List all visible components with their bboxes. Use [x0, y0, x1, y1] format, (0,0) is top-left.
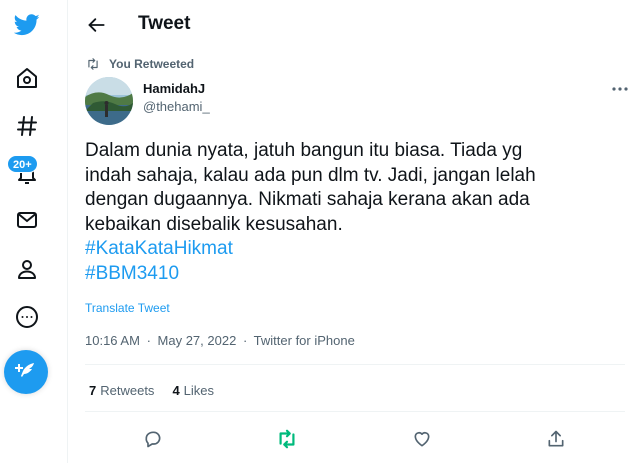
more-dots-icon: [612, 87, 628, 91]
header: Tweet: [68, 0, 640, 50]
home-icon[interactable]: [5, 56, 49, 100]
translate-tweet-link[interactable]: Translate Tweet: [85, 301, 170, 315]
likes-label: Likes: [183, 383, 215, 398]
divider: [85, 411, 625, 412]
compose-icon: [15, 363, 34, 377]
meta-separator: ·: [146, 333, 151, 348]
left-nav: 20+: [0, 0, 54, 463]
tweet-column: Tweet You Retweeted HamidahJ @thehami_ D…: [67, 0, 640, 463]
tweet-stats: 7 Retweets 4 Likes: [89, 383, 214, 398]
likes-stat[interactable]: 4 Likes: [172, 383, 214, 398]
hashtag-link[interactable]: #BBM3410: [85, 262, 625, 287]
tweet-time[interactable]: 10:16 AM: [85, 333, 140, 348]
notification-badge: 20+: [7, 155, 38, 173]
back-button[interactable]: [84, 12, 110, 38]
twitter-logo-icon[interactable]: [5, 3, 49, 47]
retweet-context: You Retweeted: [86, 57, 194, 71]
reply-button[interactable]: [135, 421, 171, 457]
meta-separator: ·: [242, 333, 248, 348]
author-handle[interactable]: @thehami_: [143, 99, 210, 114]
author-name[interactable]: HamidahJ: [143, 81, 205, 96]
arrow-left-icon: [88, 18, 105, 32]
tweet-line: dengan dugaannya. Nikmati sahaja kerana …: [85, 189, 530, 210]
profile-icon[interactable]: [5, 247, 49, 291]
retweet-button[interactable]: [269, 421, 305, 457]
tweet-text: Dalam dunia nyata, jatuh bangun itu bias…: [85, 139, 625, 286]
compose-button[interactable]: [4, 350, 48, 394]
tweet-line: indah sahaja, kalau ada pun dlm tv. Jadi…: [85, 164, 536, 186]
hashtag-link[interactable]: #KataKataHikmat: [85, 237, 625, 262]
share-button[interactable]: [538, 421, 574, 457]
tweet-meta: 10:16 AM · May 27, 2022 · Twitter for iP…: [85, 333, 358, 348]
tweet-line: Dalam dunia nyata, jatuh bangun itu bias…: [85, 140, 523, 161]
page-title: Tweet: [138, 13, 191, 34]
likes-count: 4: [172, 383, 180, 398]
reply-icon: [145, 431, 161, 448]
heart-icon: [414, 431, 430, 447]
mail-icon[interactable]: [5, 198, 49, 242]
avatar[interactable]: [85, 77, 133, 125]
retweet-label: You Retweeted: [109, 57, 195, 71]
retweet-icon: [279, 429, 295, 449]
retweet-icon: [88, 58, 98, 70]
retweets-label: Retweets: [100, 383, 155, 398]
share-icon: [548, 430, 564, 447]
tweet-source[interactable]: Twitter for iPhone: [254, 333, 355, 348]
retweets-count: 7: [89, 383, 97, 398]
like-button[interactable]: [404, 421, 440, 457]
retweets-stat[interactable]: 7 Retweets: [89, 383, 154, 398]
divider: [85, 364, 625, 365]
more-options-button[interactable]: [608, 79, 632, 99]
more-circle-icon[interactable]: [5, 295, 49, 339]
tweet-date[interactable]: May 27, 2022: [158, 333, 237, 348]
explore-hash-icon[interactable]: [5, 104, 49, 148]
tweet-actions: [68, 421, 640, 457]
tweet-line: kebaikan disebalik kesusahan.: [85, 213, 343, 235]
